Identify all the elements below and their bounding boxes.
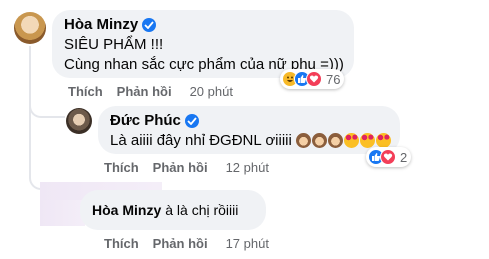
comment-text: Là aiiii đây nhỉ ĐGĐNL ơiiiii [110, 132, 292, 149]
like-button[interactable]: Thích [104, 236, 139, 251]
comment-timestamp[interactable]: 12 phút [226, 160, 269, 175]
comment-actions-3: Thích Phản hồi 17 phút [104, 236, 269, 251]
comment-bubble-3: Hòa Minzy à là chị rồiiii [80, 190, 266, 230]
reply-button[interactable]: Phản hồi [153, 160, 208, 175]
redacted-area [40, 200, 85, 226]
comment-author-row: Đức Phúc [110, 112, 199, 130]
verified-badge-icon [184, 113, 199, 128]
reaction-count: 2 [400, 149, 408, 165]
comment-text-line-1: SIÊU PHẨM !!! [64, 36, 164, 53]
comment-bubble-1: Hòa Minzy SIÊU PHẨM !!! Cùng nhan sắc cự… [52, 10, 354, 78]
reactions-summary-1[interactable]: 76 [280, 69, 345, 89]
see-no-evil-emoji-icon [295, 133, 311, 148]
comment-actions-1: Thích Phản hồi 20 phút [68, 84, 233, 99]
like-button[interactable]: Thích [104, 160, 139, 175]
comment-actions-2: Thích Phản hồi 12 phút [104, 160, 269, 175]
like-button[interactable]: Thích [68, 84, 103, 99]
comment-author-name[interactable]: Đức Phúc [110, 112, 199, 129]
verified-badge-icon [142, 17, 157, 32]
smiling-hearts-emoji-icon [375, 133, 391, 148]
reply-button[interactable]: Phản hồi [117, 84, 172, 99]
comment-content-row: Hòa Minzy à là chị rồiiii [92, 202, 238, 218]
author-name-text[interactable]: Đức Phúc [110, 112, 181, 129]
comment-timestamp[interactable]: 17 phút [226, 236, 269, 251]
reply-button[interactable]: Phản hồi [153, 236, 208, 251]
comment-author-name[interactable]: Hòa Minzy [64, 16, 157, 33]
comment-text-row: Là aiiii đây nhỉ ĐGĐNL ơiiiii [110, 132, 391, 149]
comment-bubble-2: Đức Phúc Là aiiii đây nhỉ ĐGĐNL ơiiiii [98, 106, 400, 154]
reaction-count: 76 [326, 71, 341, 87]
see-no-evil-emoji-icon [311, 133, 327, 148]
smiling-hearts-emoji-icon [359, 133, 375, 148]
avatar-duc-phuc[interactable] [66, 108, 92, 134]
love-reaction-icon [306, 71, 322, 87]
reactions-summary-2[interactable]: 2 [366, 147, 412, 167]
see-no-evil-emoji-icon [327, 133, 343, 148]
author-name-text[interactable]: Hòa Minzy [64, 16, 138, 33]
avatar-hoa-minzy[interactable] [14, 12, 46, 44]
emoji-row [295, 133, 391, 148]
thread-branch-1 [29, 96, 65, 118]
smiling-hearts-emoji-icon [343, 133, 359, 148]
comment-timestamp[interactable]: 20 phút [190, 84, 233, 99]
comment-author-row: Hòa Minzy [64, 16, 157, 34]
comment-author-name[interactable]: Hòa Minzy [92, 202, 161, 218]
comment-text: à là chị rồiiii [165, 202, 239, 218]
love-reaction-icon [380, 149, 396, 165]
